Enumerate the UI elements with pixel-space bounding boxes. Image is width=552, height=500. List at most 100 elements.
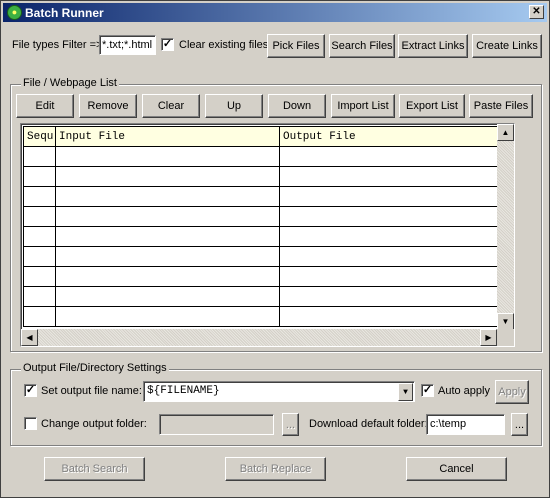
table-row[interactable] [23, 246, 503, 267]
clear-existing-label: Clear existing files [179, 39, 269, 51]
table-cell[interactable] [23, 206, 56, 227]
table-cell[interactable] [23, 246, 56, 267]
table-row[interactable] [23, 226, 503, 247]
scroll-up-button[interactable]: ▲ [497, 124, 514, 141]
table-row[interactable] [23, 266, 503, 287]
table-cell[interactable] [55, 206, 280, 227]
table-cell[interactable] [23, 186, 56, 207]
column-header-output-file[interactable]: Output File [279, 126, 503, 147]
set-output-name-label: Set output file name: [41, 385, 142, 397]
table-cell[interactable] [23, 166, 56, 187]
create-links-button[interactable]: Create Links [472, 34, 542, 58]
check-icon: ✓ [422, 384, 433, 396]
table-cell[interactable] [23, 306, 56, 327]
file-list-group-title: File / Webpage List [21, 77, 119, 89]
table-cell[interactable] [279, 226, 503, 247]
batch-runner-window: ● Batch Runner ✕ File types Filter => *.… [0, 0, 550, 498]
table-cell[interactable] [279, 206, 503, 227]
scroll-left-button[interactable]: ◀ [21, 329, 38, 346]
output-name-value: ${FILENAME} [147, 385, 220, 397]
table-row[interactable] [23, 146, 503, 167]
up-button[interactable]: Up [205, 94, 263, 118]
scroll-down-button[interactable]: ▼ [497, 313, 514, 330]
table-cell[interactable] [279, 166, 503, 187]
output-name-combobox[interactable]: ${FILENAME} ▼ [143, 381, 415, 402]
table-cell[interactable] [279, 286, 503, 307]
table-cell[interactable] [55, 286, 280, 307]
table-row[interactable] [23, 306, 503, 327]
check-icon: ✓ [25, 384, 36, 396]
table-cell[interactable] [55, 246, 280, 267]
change-output-folder-label: Change output folder: [41, 418, 147, 430]
vertical-scrollbar[interactable]: ▲ ▼ [497, 124, 514, 330]
title-bar: ● Batch Runner ✕ [3, 3, 547, 22]
table-cell[interactable] [55, 166, 280, 187]
scroll-left-arrow-icon: ◀ [26, 333, 33, 342]
scrollbar-corner [497, 329, 514, 346]
file-list-grid[interactable]: Sequ Input File Output File ▲ ▼ ◀ ▶ [20, 123, 515, 347]
table-cell[interactable] [55, 266, 280, 287]
table-header-row: Sequ Input File Output File [23, 126, 503, 147]
table-cell[interactable] [55, 186, 280, 207]
table-cell[interactable] [55, 306, 280, 327]
file-types-filter-input[interactable]: *.txt;*.html [99, 35, 156, 55]
table-cell[interactable] [55, 146, 280, 167]
download-folder-input[interactable]: c:\temp [426, 414, 505, 435]
change-output-folder-checkbox[interactable] [24, 417, 37, 430]
table-row[interactable] [23, 286, 503, 307]
close-button[interactable]: ✕ [529, 5, 544, 19]
extract-links-button[interactable]: Extract Links [398, 34, 468, 58]
scroll-up-arrow-icon: ▲ [501, 128, 510, 137]
scroll-right-arrow-icon: ▶ [485, 333, 492, 342]
check-icon: ✓ [162, 38, 173, 50]
output-folder-input[interactable] [159, 414, 274, 435]
search-files-button[interactable]: Search Files [329, 34, 395, 58]
import-list-button[interactable]: Import List [331, 94, 395, 118]
apply-button[interactable]: Apply [495, 380, 529, 404]
auto-apply-label: Auto apply [438, 385, 490, 397]
download-folder-browse-button[interactable]: ... [511, 413, 528, 436]
file-list-table: Sequ Input File Output File [23, 126, 503, 327]
dropdown-arrow-icon: ▼ [403, 387, 408, 397]
table-cell[interactable] [279, 266, 503, 287]
table-cell[interactable] [279, 146, 503, 167]
table-cell[interactable] [23, 266, 56, 287]
auto-apply-checkbox[interactable]: ✓ [421, 384, 434, 397]
column-header-input-file[interactable]: Input File [55, 126, 280, 147]
close-icon: ✕ [532, 6, 541, 17]
pick-files-button[interactable]: Pick Files [267, 34, 325, 58]
set-output-name-checkbox[interactable]: ✓ [24, 384, 37, 397]
batch-search-button[interactable]: Batch Search [44, 457, 145, 481]
window-title: Batch Runner [25, 6, 104, 20]
file-list-table-area: Sequ Input File Output File [23, 126, 503, 328]
table-row[interactable] [23, 186, 503, 207]
output-name-dropdown-button[interactable]: ▼ [398, 383, 413, 401]
remove-button[interactable]: Remove [79, 94, 137, 118]
paste-files-button[interactable]: Paste Files [469, 94, 533, 118]
scroll-down-arrow-icon: ▼ [501, 317, 510, 326]
batch-replace-button[interactable]: Batch Replace [225, 457, 326, 481]
clear-button[interactable]: Clear [142, 94, 200, 118]
table-cell[interactable] [23, 286, 56, 307]
file-list-body [23, 146, 503, 327]
table-cell[interactable] [279, 186, 503, 207]
filter-label: File types Filter => [12, 39, 103, 51]
output-settings-group-title: Output File/Directory Settings [21, 362, 169, 374]
table-cell[interactable] [55, 226, 280, 247]
table-cell[interactable] [279, 306, 503, 327]
column-header-sequence[interactable]: Sequ [23, 126, 56, 147]
horizontal-scrollbar[interactable]: ◀ ▶ [21, 329, 497, 346]
down-button[interactable]: Down [268, 94, 326, 118]
table-row[interactable] [23, 166, 503, 187]
cancel-button[interactable]: Cancel [406, 457, 507, 481]
table-cell[interactable] [279, 246, 503, 267]
edit-button[interactable]: Edit [16, 94, 74, 118]
export-list-button[interactable]: Export List [399, 94, 465, 118]
table-cell[interactable] [23, 226, 56, 247]
output-folder-browse-button[interactable]: ... [282, 413, 299, 436]
scroll-right-button[interactable]: ▶ [480, 329, 497, 346]
table-row[interactable] [23, 206, 503, 227]
batch-runner-icon: ● [7, 5, 22, 20]
clear-existing-checkbox[interactable]: ✓ [161, 38, 174, 51]
table-cell[interactable] [23, 146, 56, 167]
